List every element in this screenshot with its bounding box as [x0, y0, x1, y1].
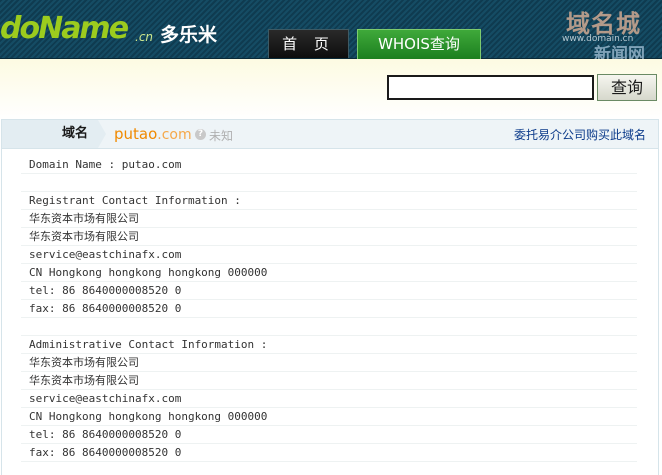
site-header: doName .cn 多乐米 首 页 WHOIS查询 域名城 www.domai… [0, 0, 662, 65]
whois-record: Domain Name : putao.com Registrant Conta… [21, 156, 637, 462]
whois-line: 华东资本市场有限公司 [21, 228, 637, 246]
whois-line: service@eastchinafx.com [21, 246, 637, 264]
whois-line: tel: 86 8640000008520 0 [21, 282, 637, 300]
whois-line [21, 174, 637, 192]
search-input[interactable] [387, 75, 594, 100]
logo-suffix: .cn [135, 30, 154, 44]
whois-line: service@eastchinafx.com [21, 390, 637, 408]
whois-line: fax: 86 8640000008520 0 [21, 444, 637, 462]
search-button[interactable]: 查询 [597, 74, 657, 101]
buy-domain-link[interactable]: 委托易介公司购买此域名 [514, 126, 646, 143]
whois-line [21, 318, 637, 336]
whois-line: fax: 86 8640000008520 0 [21, 300, 637, 318]
question-icon: ? [195, 129, 206, 140]
whois-line: 华东资本市场有限公司 [21, 210, 637, 228]
domain-bar: 域名 putao.com ? 未知 委托易介公司购买此域名 [2, 120, 658, 149]
site-logo[interactable]: doName [0, 12, 129, 46]
whois-line: 华东资本市场有限公司 [21, 354, 637, 372]
watermark-logo: 域名城 www.domain.cn 新闻网 [540, 4, 660, 65]
whois-line: Registrant Contact Information : [21, 192, 637, 210]
whois-line: CN Hongkong hongkong hongkong 000000 [21, 408, 637, 426]
status-text: 未知 [209, 129, 234, 143]
whois-line: Administrative Contact Information : [21, 336, 637, 354]
label-arrow-icon [98, 120, 106, 148]
whois-line: Domain Name : putao.com [21, 156, 637, 174]
nav-tab-whois[interactable]: WHOIS查询 [357, 29, 481, 59]
whois-result-panel: 域名 putao.com ? 未知 委托易介公司购买此域名 Domain Nam… [1, 119, 659, 475]
domain-name: putao [114, 125, 158, 143]
queried-domain: putao.com [114, 125, 192, 143]
whois-line: 华东资本市场有限公司 [21, 372, 637, 390]
domain-label: 域名 [2, 120, 98, 148]
domain-tld: .com [157, 127, 192, 143]
whois-line: tel: 86 8640000008520 0 [21, 426, 637, 444]
brand-name: 多乐米 [160, 24, 218, 46]
nav-tab-home[interactable]: 首 页 [268, 29, 349, 58]
whois-line: CN Hongkong hongkong hongkong 000000 [21, 264, 637, 282]
